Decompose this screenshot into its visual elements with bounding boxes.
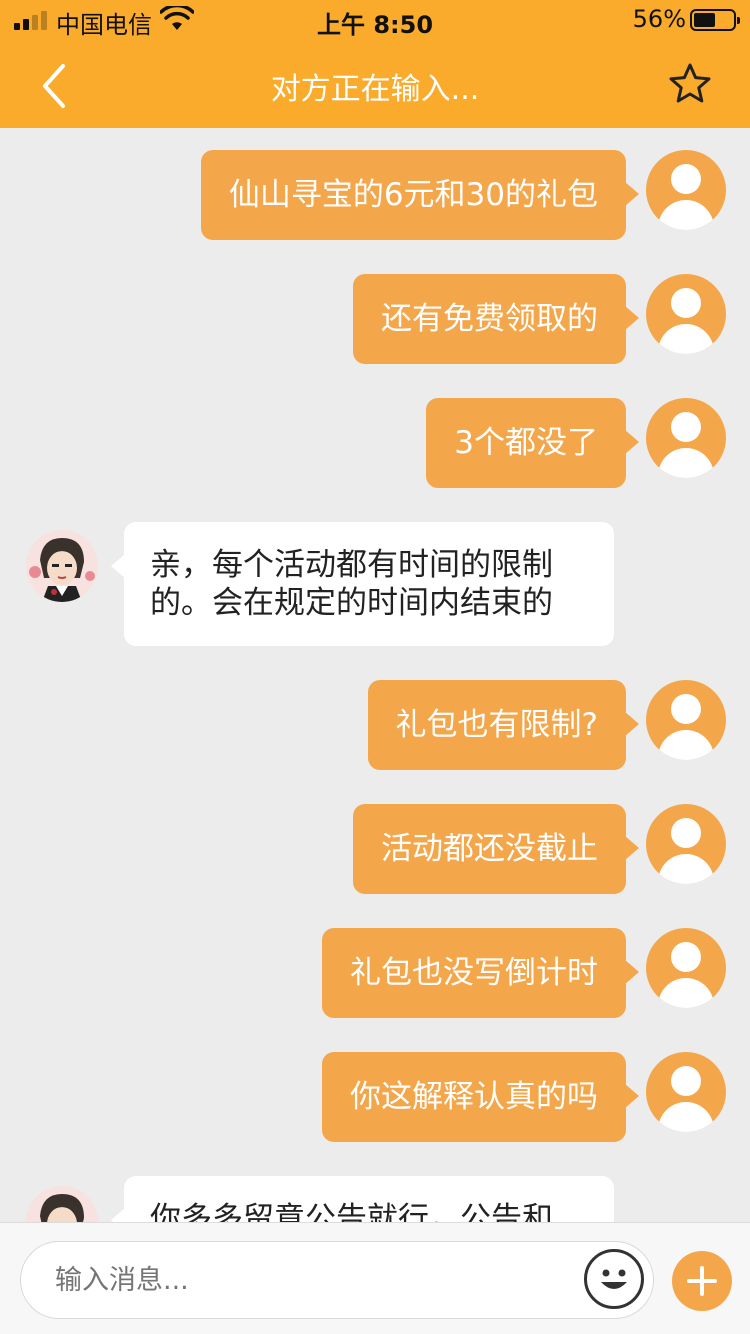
more-button[interactable] <box>672 1251 732 1311</box>
back-button[interactable] <box>30 58 78 114</box>
message-bubble-outgoing[interactable]: 礼包也有限制? <box>367 680 640 770</box>
chat-list[interactable]: 仙山寻宝的6元和30的礼包 还有免费领取的 3个都没了 亲，每个活动都有时间的限… <box>0 128 750 1222</box>
message-bubble-outgoing[interactable]: 仙山寻宝的6元和30的礼包 <box>200 150 640 240</box>
battery-percent: 56% <box>632 5 686 33</box>
top-bar: 中国电信 上午 8:50 56% 对方正在输入... <box>0 0 750 128</box>
self-avatar[interactable] <box>646 274 726 354</box>
status-bar: 中国电信 上午 8:50 56% <box>0 0 750 40</box>
self-avatar[interactable] <box>646 150 726 230</box>
message-bubble-outgoing[interactable]: 还有免费领取的 <box>353 274 639 364</box>
message-bubble-outgoing[interactable]: 活动都还没截止 <box>353 804 639 894</box>
self-avatar[interactable] <box>646 1052 726 1132</box>
emoji-button[interactable] <box>584 1249 644 1309</box>
message-bubble-outgoing[interactable]: 你这解释认真的吗 <box>322 1052 639 1142</box>
agent-avatar-image <box>26 530 98 602</box>
message-input[interactable] <box>20 1241 654 1319</box>
self-avatar[interactable] <box>646 928 726 1008</box>
self-avatar[interactable] <box>646 680 726 760</box>
battery-level <box>694 13 715 27</box>
chat-title: 对方正在输入... <box>270 72 480 107</box>
battery-icon <box>690 9 740 31</box>
chevron-left-icon <box>43 64 65 108</box>
smiley-icon <box>601 1269 627 1289</box>
favorite-button[interactable] <box>666 60 714 108</box>
message-bubble-outgoing[interactable]: 3个都没了 <box>426 398 639 488</box>
self-avatar[interactable] <box>646 804 726 884</box>
agent-avatar-image <box>26 1186 98 1222</box>
agent-avatar[interactable] <box>26 1186 98 1222</box>
agent-avatar[interactable] <box>26 530 98 602</box>
star-icon <box>669 63 711 103</box>
plus-icon <box>687 1266 717 1296</box>
message-bubble-incoming[interactable]: 你多多留意公告就行，公告和 <box>111 1176 614 1222</box>
self-avatar[interactable] <box>646 398 726 478</box>
message-bubble-incoming[interactable]: 亲，每个活动都有时间的限制 的。会在规定的时间内结束的 <box>111 522 614 646</box>
message-input-bar <box>0 1222 750 1334</box>
message-bubble-outgoing[interactable]: 礼包也没写倒计时 <box>322 928 639 1018</box>
